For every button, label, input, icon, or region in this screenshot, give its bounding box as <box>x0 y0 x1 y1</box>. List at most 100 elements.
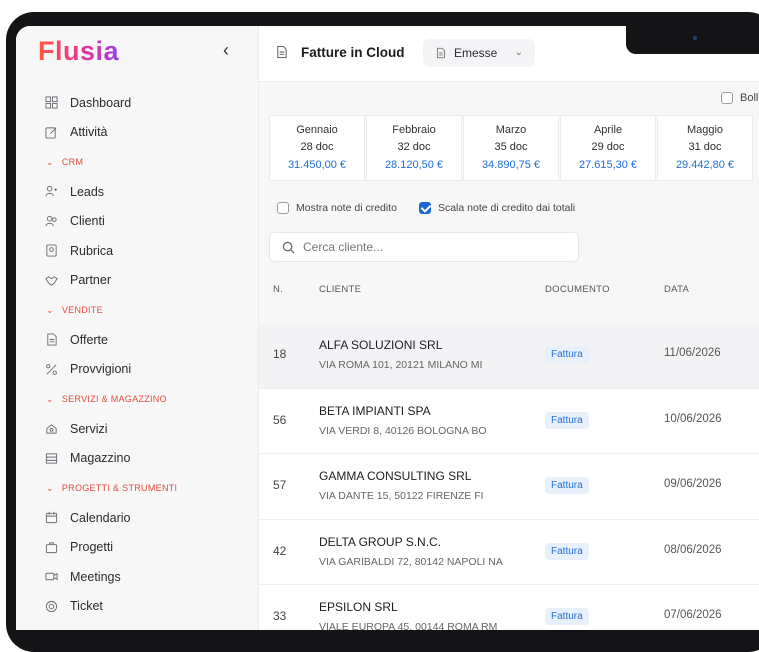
bollo-label: Bollo <box>740 92 759 104</box>
show-credit-notes-checkbox[interactable] <box>277 202 289 214</box>
column-header-documento[interactable]: DOCUMENTO <box>545 284 610 295</box>
section-vendite[interactable]: ⌄ VENDITE <box>16 295 259 325</box>
sidebar-item-dashboard[interactable]: Dashboard <box>16 88 259 118</box>
sidebar-item-clienti[interactable]: Clienti <box>16 207 259 237</box>
section-servizi-magazzino[interactable]: ⌄ SERVIZI & MAGAZZINO <box>16 384 259 414</box>
client-address: VIALE EUROPA 45, 00144 ROMA RM <box>319 621 498 630</box>
credit-note-filters: Mostra note di credito Scala note di cre… <box>277 202 597 214</box>
client-address: VIA GARIBALDI 72, 80142 NAPOLI NA <box>319 555 503 568</box>
handshake-icon <box>44 273 58 287</box>
month-card[interactable]: Febbraio 32 doc 28.120,50 € <box>366 115 462 181</box>
column-header-n[interactable]: N. <box>273 284 283 295</box>
invoice-date: 07/06/2026 <box>664 609 722 621</box>
client-address: VIA DANTE 15, 50122 FIRENZE FI <box>319 490 484 502</box>
support-icon <box>44 599 58 613</box>
client-search[interactable] <box>269 232 579 262</box>
sidebar-item-label: Partner <box>70 273 111 288</box>
sidebar-item-label: Attività <box>70 125 108 140</box>
scale-credit-notes-checkbox[interactable] <box>418 202 431 214</box>
sidebar-item-progetti[interactable]: Progetti <box>16 533 259 563</box>
invoice-date: 08/06/2026 <box>664 543 722 556</box>
sidebar-item-label: Progetti <box>70 540 114 555</box>
sidebar-item-magazzino[interactable]: Magazzino <box>16 444 259 474</box>
month-card[interactable]: Aprile 29 doc 27.615,30 € <box>560 115 656 181</box>
sidebar-item-leads[interactable]: Leads <box>16 177 259 207</box>
document-type-badge: Fattura <box>545 477 589 494</box>
sidebar: Flusia ‹ Dashboard Attività ⌄ CRM Leads … <box>16 26 259 630</box>
column-header-data[interactable]: DATA <box>664 284 689 295</box>
month-name: Gennaio <box>296 124 338 136</box>
option-label: Mostra note di credito <box>296 202 397 214</box>
sidebar-item-ticket[interactable]: Ticket <box>16 592 259 622</box>
sidebar-item-rubrica[interactable]: Rubrica <box>16 236 259 266</box>
month-name: Maggio <box>686 124 724 136</box>
section-crm[interactable]: ⌄ CRM <box>16 147 259 177</box>
document-type-select[interactable]: Emesse ⌄ <box>423 39 535 67</box>
month-amount: 34.890,75 € <box>481 159 541 171</box>
sidebar-item-label: Meetings <box>70 569 121 584</box>
section-title: VENDITE <box>61 305 103 315</box>
chevron-down-icon: ⌄ <box>514 47 523 58</box>
month-card[interactable]: Gennaio 28 doc 31.450,00 € <box>269 115 365 181</box>
section-progetti-strumenti[interactable]: ⌄ PROGETTI & STRUMENTI <box>16 473 259 503</box>
sidebar-item-servizi[interactable]: Servizi <box>16 414 259 444</box>
sidebar-item-calendario[interactable]: Calendario <box>16 503 259 533</box>
bollo-checkbox[interactable] <box>721 92 733 104</box>
month-card[interactable]: Marzo 35 doc 34.890,75 € <box>463 115 559 181</box>
sidebar-item-attivita[interactable]: Attività <box>16 118 259 148</box>
search-input[interactable] <box>303 240 563 254</box>
page-title: Fatture in Cloud <box>301 45 405 60</box>
table-row[interactable]: 18 ALFA SOLUZIONI SRL VIA ROMA 101, 2012… <box>259 323 759 389</box>
month-name: Aprile <box>593 124 623 136</box>
percent-icon <box>44 362 58 376</box>
chevron-down-icon: ⌄ <box>46 156 54 167</box>
sidebar-item-provvigioni[interactable]: Provvigioni <box>16 355 259 385</box>
sidebar-item-label: Provvigioni <box>70 362 132 377</box>
month-doc-count: 28 doc <box>300 141 334 153</box>
client-name: BETA IMPIANTI SPA <box>319 403 431 418</box>
show-credit-notes-option[interactable]: Mostra note di credito <box>277 202 397 214</box>
sidebar-item-meetings[interactable]: Meetings <box>16 562 259 592</box>
device-notch <box>626 26 759 54</box>
app-logo[interactable]: Flusia <box>38 36 119 67</box>
sidebar-item-label: Leads <box>70 184 105 199</box>
document-icon <box>275 45 288 64</box>
select-value: Emesse <box>454 46 498 60</box>
camera-dot <box>693 36 697 40</box>
sidebar-item-partner[interactable]: Partner <box>16 266 259 296</box>
scale-credit-notes-option[interactable]: Scala note di credito dai totali <box>418 202 575 214</box>
user-plus-icon <box>44 185 58 199</box>
sidebar-item-label: Servizi <box>70 421 108 436</box>
sidebar-item-label: Magazzino <box>70 451 131 466</box>
month-amount: 28.120,50 € <box>384 159 444 171</box>
invoice-date: 10/06/2026 <box>664 412 722 425</box>
client-address: VIA ROMA 101, 20121 MILANO MI <box>319 359 483 371</box>
table-row[interactable]: 57 GAMMA CONSULTING SRL VIA DANTE 15, 50… <box>259 454 759 520</box>
month-doc-count: 29 doc <box>591 141 625 153</box>
collapse-sidebar-icon[interactable]: ‹ <box>223 40 229 61</box>
month-card[interactable]: Maggio 31 doc 29.442,80 € <box>657 115 753 181</box>
sidebar-item-label: Calendario <box>70 510 131 525</box>
bollo-filter[interactable]: Bollo <box>721 92 759 104</box>
warehouse-icon <box>44 451 58 465</box>
month-name: Febbraio <box>392 124 436 136</box>
chevron-down-icon: ⌄ <box>46 482 54 493</box>
sidebar-item-label: Clienti <box>70 214 105 229</box>
dashboard-icon <box>44 96 58 110</box>
client-address: VIA VERDI 8, 40126 BOLOGNA BO <box>319 424 487 437</box>
table-header: N. CLIENTE DOCUMENTO DATA <box>259 272 759 306</box>
month-amount: 29.442,80 € <box>675 159 735 171</box>
address-book-icon <box>44 244 58 258</box>
invoice-number: 33 <box>273 609 287 623</box>
sidebar-item-offerte[interactable]: Offerte <box>16 325 259 355</box>
calendar-icon <box>44 511 58 525</box>
column-header-cliente[interactable]: CLIENTE <box>319 284 361 295</box>
month-amount: 27.615,30 € <box>578 159 638 171</box>
client-name: GAMMA CONSULTING SRL <box>319 469 472 483</box>
table-row[interactable]: 56 BETA IMPIANTI SPA VIA VERDI 8, 40126 … <box>259 388 759 454</box>
table-row[interactable]: 33 EPSILON SRL VIALE EUROPA 45, 00144 RO… <box>259 585 759 630</box>
client-name: ALFA SOLUZIONI SRL <box>319 338 443 352</box>
video-icon <box>44 570 58 584</box>
table-row[interactable]: 42 DELTA GROUP S.N.C. VIA GARIBALDI 72, … <box>259 519 759 585</box>
document-icon <box>435 47 446 59</box>
